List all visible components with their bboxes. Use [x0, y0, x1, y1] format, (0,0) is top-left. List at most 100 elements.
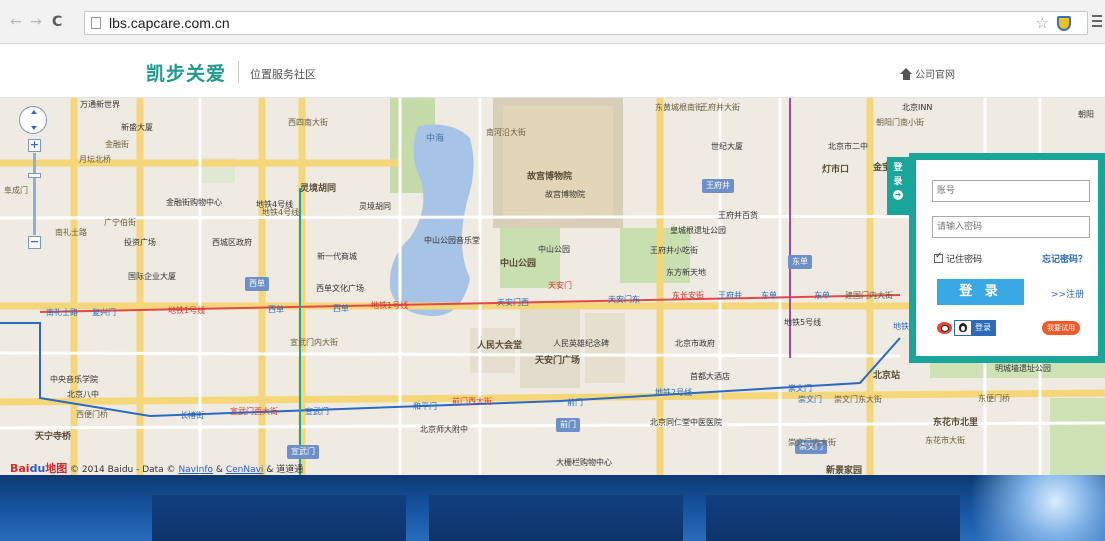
map-label: 王府井小吃街 [650, 246, 698, 255]
map-label: 天安门 [548, 281, 572, 290]
banner-card[interactable] [706, 495, 960, 541]
map-label: 故宫博物院 [545, 190, 585, 199]
map-label: 灵境胡同 [300, 184, 337, 194]
map-label: 皇城根遗址公园 [670, 226, 726, 235]
login-form: 记住密码 忘记密码？ 登 录 >>注册 登录 我要试用 [916, 160, 1098, 356]
metro-line-label: 地铁5号线 [784, 318, 822, 327]
login-panel: 记住密码 忘记密码？ 登 录 >>注册 登录 我要试用 [909, 153, 1105, 363]
back-icon[interactable]: ← [10, 14, 22, 30]
menu-icon[interactable] [1092, 15, 1102, 17]
metro-station[interactable]: 天安门东 [608, 295, 640, 305]
map-label: 国际企业大厦 [128, 272, 176, 281]
metro-station[interactable]: 崇文门 [788, 384, 812, 394]
trial-button[interactable]: 我要试用 [1042, 321, 1080, 335]
map-label: 中山公园 [538, 245, 570, 254]
metro-line-label: 前门西大街 [452, 397, 492, 406]
navinfo-link[interactable]: NavInfo [178, 465, 213, 475]
map-label: 建国门内大街 [845, 291, 893, 300]
extension-shield-icon[interactable] [1057, 16, 1071, 31]
map-label: 崇文门东大街 [834, 395, 882, 404]
login-button[interactable]: 登 录 [937, 279, 1024, 305]
password-input[interactable] [932, 216, 1090, 238]
road-label: 朝阳门南小街 [876, 118, 924, 127]
qq-penguin-icon [955, 321, 971, 335]
map-label: 灯市口 [822, 165, 850, 175]
map-label: 新景家园 [826, 466, 863, 475]
map-copyright: © 2014 Baidu - Data © NavInfo & CenNavi … [70, 462, 303, 475]
brand-logo[interactable]: 凯步关爱 [146, 59, 226, 86]
reload-icon[interactable]: C [52, 14, 62, 30]
banner-card[interactable] [429, 495, 683, 541]
forward-icon[interactable]: → [30, 14, 42, 30]
cennavi-link[interactable]: CenNavi [226, 465, 264, 475]
metro-station[interactable]: 长椿街 [180, 411, 204, 421]
map-label: 投资广场 [124, 238, 156, 247]
metro-station[interactable]: 东单 [814, 291, 830, 301]
area-badge: 东单 [788, 255, 812, 269]
metro-line-label: 宣武门西大街 [230, 407, 278, 416]
map-label: 北京站 [873, 371, 901, 381]
map-label: 大栅栏购物中心 [556, 458, 612, 467]
metro-station[interactable]: 天安门西 [497, 298, 529, 308]
map-label: 西单文化广场 [316, 284, 364, 293]
metro-station[interactable]: 南礼士路 [46, 308, 78, 318]
metro-station[interactable]: 东单 [761, 291, 777, 301]
map-label: 王府井百货 [718, 211, 758, 220]
baidu-logo-paw: du [29, 462, 46, 475]
bookmark-star-icon[interactable]: ☆ [1036, 14, 1049, 32]
map-label: 朝阳 [1078, 110, 1094, 119]
zoom-in-button[interactable]: + [28, 139, 41, 152]
username-input[interactable] [932, 180, 1090, 202]
forgot-password-link[interactable]: 忘记密码？ [1042, 252, 1087, 265]
road-label: 王府井大街 [700, 103, 740, 112]
zoom-slider-handle[interactable] [28, 173, 41, 178]
metro-station[interactable]: 宣武门 [305, 407, 329, 417]
map-label: 世纪大厦 [711, 142, 743, 151]
register-link[interactable]: >>注册 [1051, 287, 1084, 300]
remember-checkbox[interactable] [934, 251, 943, 263]
banner-card[interactable] [152, 495, 406, 541]
company-site-link[interactable]: 公司官网 [900, 66, 955, 81]
map-label: 北京市政府 [675, 339, 715, 348]
metro-station[interactable]: 复兴门 [92, 308, 116, 318]
map-label: 东便门桥 [978, 394, 1010, 403]
map-pan-control[interactable] [19, 106, 47, 134]
copyright-amp: & [215, 465, 223, 475]
map-label: 万通新世界 [80, 100, 120, 109]
login-tab-line1: 登 [893, 163, 903, 173]
copyright-text: © 2014 Baidu - Data © [70, 465, 176, 475]
url-text[interactable]: lbs.capcare.com.cn [109, 15, 230, 31]
metro-station[interactable]: 崇文门 [798, 395, 822, 405]
map-label: 北京同仁堂中医医院 [650, 418, 722, 427]
road-label: 东黄城根南街 [655, 103, 703, 112]
metro-station[interactable]: 前门 [567, 398, 583, 408]
map-label: 中山公园音乐堂 [424, 236, 480, 245]
address-bar[interactable]: lbs.capcare.com.cn ☆ [84, 11, 1088, 35]
road-label: 南河沿大街 [486, 128, 526, 137]
remember-password[interactable]: 记住密码 [934, 251, 982, 265]
area-badge: 宣武门 [287, 445, 319, 459]
daodao-link[interactable]: & 道道通 [266, 465, 303, 475]
metro-station[interactable]: 西单 [268, 305, 284, 315]
zoom-slider-track[interactable] [33, 153, 36, 235]
zoom-out-button[interactable]: − [28, 236, 41, 249]
login-tab[interactable]: 登 录 ➜ [887, 157, 909, 215]
metro-station[interactable]: 王府井 [718, 291, 742, 301]
banner-glow [940, 475, 1105, 541]
login-tab-line2: 录 [893, 177, 903, 187]
map-label: 中山公园 [500, 259, 537, 269]
road-label: 崇文门内大街 [788, 438, 836, 447]
metro-station[interactable]: 和平门 [413, 402, 437, 412]
road-label: 金融街 [105, 140, 129, 149]
qq-login-button[interactable]: 登录 [954, 320, 996, 336]
arrow-right-icon: ➜ [893, 190, 903, 200]
metro-station[interactable]: 西单 [333, 304, 349, 314]
map-label: 金融街购物中心 [166, 198, 222, 207]
metro-line-label: 东长安街 [672, 291, 704, 300]
weibo-icon[interactable] [937, 322, 952, 334]
page-icon [91, 17, 101, 29]
map-label: 新盛大厦 [121, 123, 153, 132]
area-badge: 王府井 [702, 179, 734, 193]
map-label: 新一代商城 [317, 252, 357, 261]
map-label: 首都大酒店 [690, 372, 730, 381]
